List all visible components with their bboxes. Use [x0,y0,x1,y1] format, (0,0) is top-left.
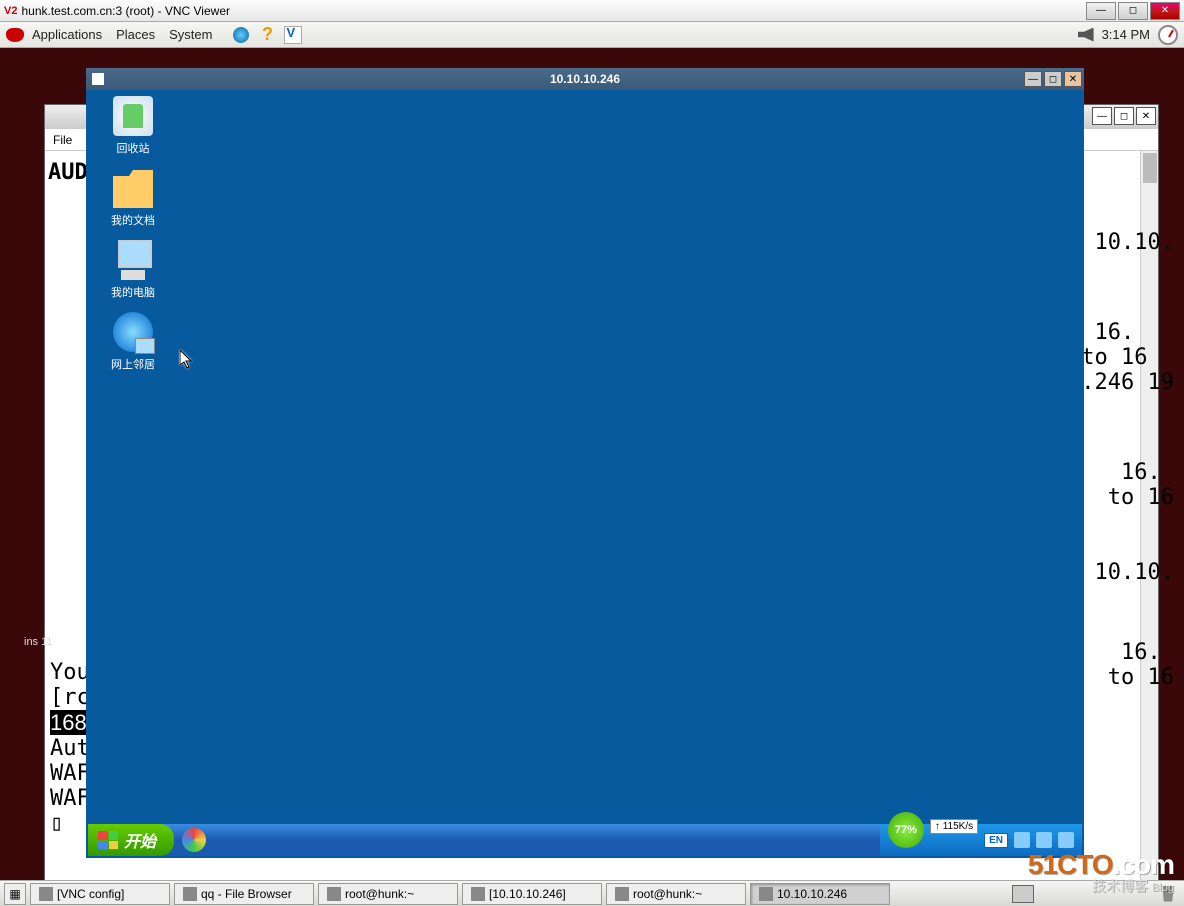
quick-launch-icon[interactable] [182,828,206,852]
xp-taskbar: 开始 77% ↑ 115K/s EN [88,824,1082,856]
xp-start-label: 开始 [124,828,156,852]
vnc-minimize-button[interactable]: — [1024,71,1042,87]
desktop-icon-my-documents[interactable]: 我的文档 [98,168,168,228]
network-icon [113,312,153,352]
clock[interactable]: 3:14 PM [1102,27,1150,42]
recycle-bin-icon [113,96,153,136]
vnc-viewer-icon: V2 [4,5,17,17]
places-menu[interactable]: Places [116,27,155,42]
vnc-maximize-button[interactable]: ◻ [1044,71,1062,87]
task-vnc-ip-active[interactable]: 10.10.10.246 [750,883,890,905]
gnome-top-panel: Applications Places System ? 3:14 PM [0,22,1184,48]
system-monitor-icon[interactable] [1158,25,1178,45]
tray-icon-3[interactable] [1058,832,1074,848]
task-terminal-1[interactable]: root@hunk:~ [318,883,458,905]
bg-text-r1: 10.10. [1095,230,1174,255]
host-window-titlebar: V2 hunk.test.com.cn:3 (root) - VNC Viewe… [0,0,1184,22]
vnc-launcher-icon[interactable] [282,24,304,46]
system-menu[interactable]: System [169,27,212,42]
task-ip-terminal[interactable]: [10.10.10.246] [462,883,602,905]
network-speed-badge: ↑ 115K/s [930,819,978,834]
gnome-bottom-panel: ▦ [VNC config] qq - File Browser root@hu… [0,880,1184,906]
task-terminal-2[interactable]: root@hunk:~ [606,883,746,905]
bg-text-aud: AUD [48,160,88,185]
watermark: 51CTO.com 技术博客 Blog [1028,851,1174,894]
vnc-window-icon [92,73,104,85]
vnc-session-window: 10.10.10.246 — ◻ ✕ 回收站 我的文档 我的电脑 网上邻居 [86,68,1084,858]
host-window-title: hunk.test.com.cn:3 (root) - VNC Viewer [21,4,230,18]
bg-terminal-text: You[rc168AutWAFWAF▯ [50,660,90,836]
tray-icon-2[interactable] [1036,832,1052,848]
bg-text-r4: 10.10. [1095,560,1174,585]
bg-scrollbar[interactable] [1140,151,1158,883]
tray-icon-1[interactable] [1014,832,1030,848]
bg-file-menu[interactable]: File [53,133,72,147]
xp-start-button[interactable]: 开始 [88,824,174,856]
language-indicator[interactable]: EN [984,833,1008,848]
desktop-icon-my-computer[interactable]: 我的电脑 [98,240,168,300]
recycle-bin-label: 回收站 [98,140,168,156]
bg-text-r2: 16. to 16 .246 19 [1081,320,1174,395]
host-minimize-button[interactable]: — [1086,2,1116,20]
bg-text-r5: 16. to 16 [1108,640,1174,690]
bg-minimize-button[interactable]: — [1092,107,1112,125]
host-maximize-button[interactable]: ◻ [1118,2,1148,20]
desktop-icon-recycle-bin[interactable]: 回收站 [98,96,168,156]
windows-xp-desktop[interactable]: 回收站 我的文档 我的电脑 网上邻居 开始 77% ↑ 115K/s [88,90,1082,856]
bg-ins-text: ins 11 [24,636,53,648]
network-label: 网上邻居 [98,356,168,372]
vnc-window-title: 10.10.10.246 [550,72,620,86]
volume-icon[interactable] [1078,28,1094,42]
redhat-icon[interactable] [6,28,24,42]
show-desktop-button[interactable]: ▦ [4,883,26,905]
my-computer-label: 我的电脑 [98,284,168,300]
task-file-browser[interactable]: qq - File Browser [174,883,314,905]
computer-icon [113,240,153,280]
vnc-titlebar[interactable]: 10.10.10.246 — ◻ ✕ [86,68,1084,90]
my-documents-label: 我的文档 [98,212,168,228]
bg-maximize-button[interactable]: ◻ [1114,107,1134,125]
folder-icon [113,168,153,208]
vnc-close-button[interactable]: ✕ [1064,71,1082,87]
desktop-icon-network-places[interactable]: 网上邻居 [98,312,168,372]
mouse-cursor-icon [180,350,194,370]
help-icon[interactable]: ? [256,24,278,46]
task-vnc-config[interactable]: [VNC config] [30,883,170,905]
bg-text-r3: 16. to 16 [1108,460,1174,510]
host-close-button[interactable]: ✕ [1150,2,1180,20]
applications-menu[interactable]: Applications [32,27,102,42]
status-indicator[interactable]: 77% [888,812,924,848]
bg-close-button[interactable]: ✕ [1136,107,1156,125]
browser-launcher-icon[interactable] [230,24,252,46]
windows-flag-icon [98,831,118,849]
